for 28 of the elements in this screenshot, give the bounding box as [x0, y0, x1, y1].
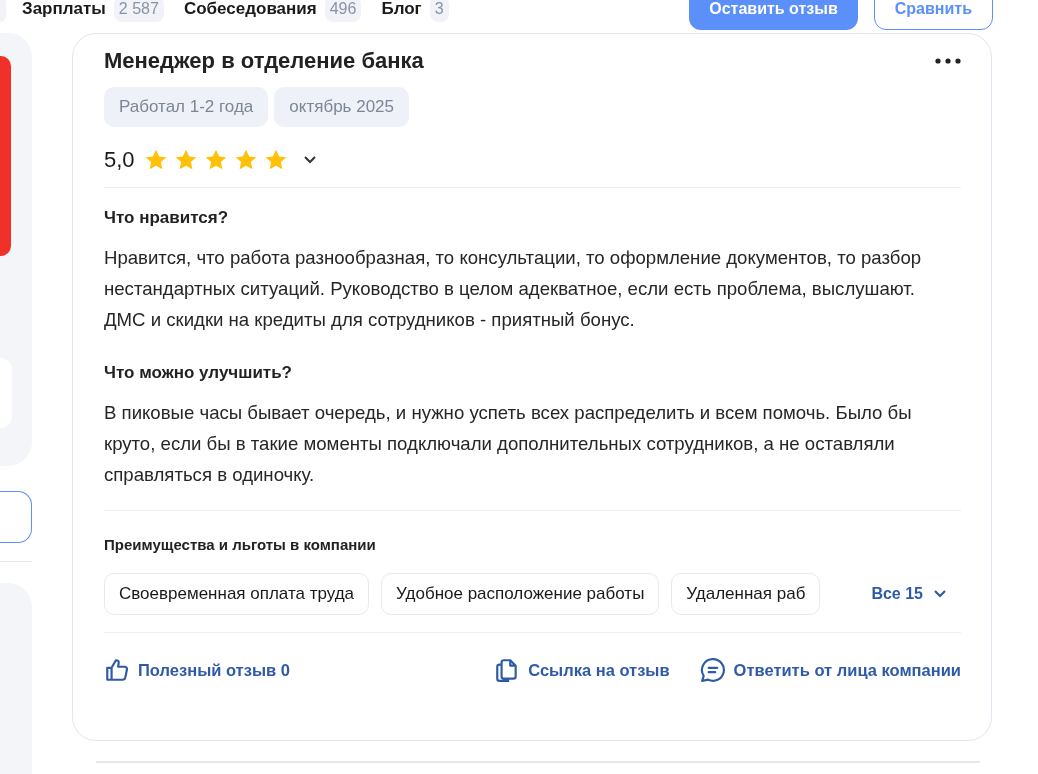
count-badge: 3: [429, 0, 449, 22]
review-text: В пиковые часы бывает очередь, и нужно успеть всех распределить и всем помочь. Было бы круто, если бы в такие моменты подключали дополнительных сотрудников, а не оставляли справляться в одиночку.: [104, 401, 913, 487]
reply-link[interactable]: Ответить от лица компании: [699, 657, 961, 683]
benefit-chip: Удобное расположение работы: [381, 573, 660, 615]
rating-value: 5,0: [104, 147, 135, 173]
sidebar-button[interactable]: [0, 491, 32, 543]
chevron-down-icon[interactable]: [302, 155, 317, 165]
benefit-chip: Своевременная оплата труда: [104, 573, 370, 615]
section-heading: Что нравится?: [104, 208, 230, 228]
review-title: Менеджер в отделение банка: [104, 48, 424, 74]
show-all-button[interactable]: Все 15: [871, 585, 947, 603]
count-badge: 496: [324, 0, 362, 22]
like-link[interactable]: Полезный отзыв 0: [104, 657, 290, 683]
nav-link[interactable]: Собеседования: [183, 0, 317, 19]
link-link[interactable]: Ссылка на отзыв: [494, 657, 670, 683]
review-text: Нравится, что работа разнообразная, то консультации, то оформление документов, то разбор нестандартных ситуаций. Руководство в целом адекватное, если есть проблема, выслушают. ДМС и скидки на кредиты для сотрудников - приятный бонус.: [104, 246, 923, 332]
thumbs-up-icon: [104, 657, 130, 683]
section-heading: Что можно улучшить?: [104, 363, 293, 383]
chevron-down-icon: [933, 589, 947, 599]
count-badge: 2 587: [113, 0, 164, 22]
nav-link[interactable]: Блог: [381, 0, 422, 19]
section-heading: Преимущества и льготы в компании: [104, 536, 377, 553]
more-icon[interactable]: [935, 58, 961, 64]
nav-link[interactable]: Зарплаты: [22, 0, 106, 19]
chat-icon: [699, 657, 726, 683]
tag: Работал 1-2 года: [104, 87, 269, 127]
benefit-chip: Удаленная раб: [671, 573, 821, 615]
tag: октябрь 2025: [274, 87, 409, 127]
